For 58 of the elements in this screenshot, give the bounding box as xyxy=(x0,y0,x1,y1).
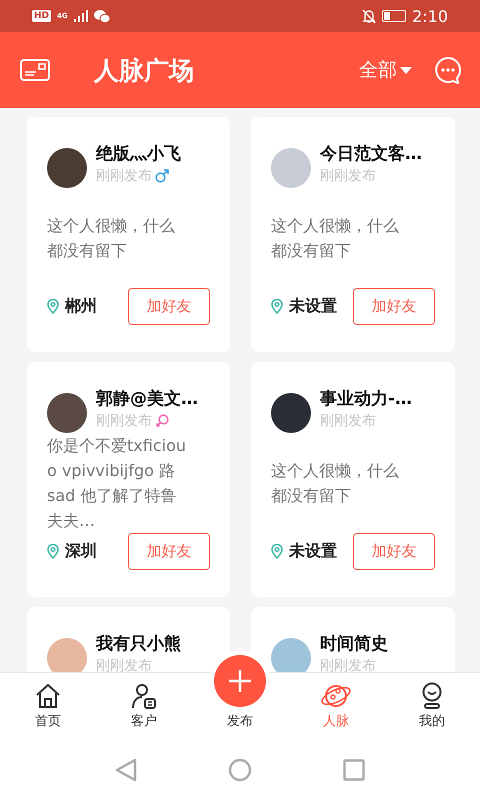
hd-badge: HD xyxy=(32,10,52,22)
avatar-photo xyxy=(47,148,87,188)
post-time: 刚刚发布 xyxy=(320,167,376,186)
chat-bubble-icon[interactable] xyxy=(434,56,462,84)
male-icon xyxy=(155,169,169,183)
user-name: 事业动力-… xyxy=(320,388,412,411)
location-pin-icon xyxy=(47,544,59,559)
post-time: 刚刚发布 xyxy=(320,412,376,431)
user-bio: 这个人很懒，什么都没有留下 xyxy=(271,460,400,507)
city-label: 郴州 xyxy=(65,296,97,317)
avatar-photo xyxy=(271,393,311,433)
person-card[interactable]: 今日范文客… 刚刚发布 这个人很懒，什么都没有留下 未设置 加好友 xyxy=(251,117,455,352)
post-time: 刚刚发布 xyxy=(320,657,376,672)
person-card[interactable]: 绝版灬小飞 刚刚发布 这个人很懒，什么都没有留下 郴州 加好友 xyxy=(27,117,230,352)
avatar-photo xyxy=(47,638,87,672)
user-bio: 这个人很懒，什么都没有留下 xyxy=(271,215,400,262)
back-icon[interactable] xyxy=(115,758,138,782)
person-card-icon xyxy=(130,682,158,710)
planet-icon xyxy=(320,682,352,710)
bell-muted-icon xyxy=(362,8,376,24)
user-name: 郭静@美文… xyxy=(96,388,198,411)
location-pin-icon xyxy=(47,299,59,314)
chat-app-icon xyxy=(94,10,110,22)
signal-icon xyxy=(74,10,88,22)
user-bio: 这个人很懒，什么都没有留下 xyxy=(47,215,176,262)
tab-item[interactable]: 首页 xyxy=(0,673,96,740)
user-name: 时间简史 xyxy=(320,633,388,656)
location-pin-icon xyxy=(271,544,283,559)
city-label: 深圳 xyxy=(65,541,97,562)
home-circle-icon[interactable] xyxy=(228,758,252,782)
battery-icon xyxy=(382,10,406,22)
id-card-icon[interactable] xyxy=(20,59,50,81)
person-card[interactable]: 事业动力-… 刚刚发布 这个人很懒，什么都没有留下 未设置 加好友 xyxy=(251,362,455,597)
person-card[interactable]: 郭静@美文… 刚刚发布 你是个不爱txficiouo vpivvibijfgo 路 sad 他了解了特鲁夫夫… 深圳 加好友 xyxy=(27,362,230,597)
user-name: 今日范文客… xyxy=(320,143,422,166)
user-bio: 你是个不爱txficiouo vpivvibijfgo 路 sad 他了解了特鲁夫夫… xyxy=(47,435,187,532)
home-icon xyxy=(34,682,62,710)
post-time: 刚刚发布 xyxy=(96,657,152,672)
user-name: 绝版灬小飞 xyxy=(96,143,181,166)
person-card[interactable]: 时间简史 刚刚发布 xyxy=(251,607,455,672)
city-label: 未设置 xyxy=(289,541,337,562)
person-card[interactable]: 我有只小熊 刚刚发布 xyxy=(27,607,230,672)
avatar-photo xyxy=(47,393,87,433)
tab-item[interactable]: 客户 xyxy=(96,673,192,740)
plus-icon xyxy=(229,670,251,692)
post-time: 刚刚发布 xyxy=(96,167,152,186)
avatar-photo xyxy=(271,148,311,188)
post-time: 刚刚发布 xyxy=(96,412,152,431)
avatar-photo xyxy=(271,638,311,672)
city-label: 未设置 xyxy=(289,296,337,317)
tab-item[interactable]: 我的 xyxy=(384,673,480,740)
clock-time: 2:10 xyxy=(412,6,448,26)
user-name: 我有只小熊 xyxy=(96,633,181,656)
recents-square-icon[interactable] xyxy=(342,759,365,781)
female-icon xyxy=(155,414,169,428)
page-title: 人脉广场 xyxy=(94,54,195,86)
caret-icon xyxy=(400,66,412,74)
location-pin-icon xyxy=(271,299,283,314)
